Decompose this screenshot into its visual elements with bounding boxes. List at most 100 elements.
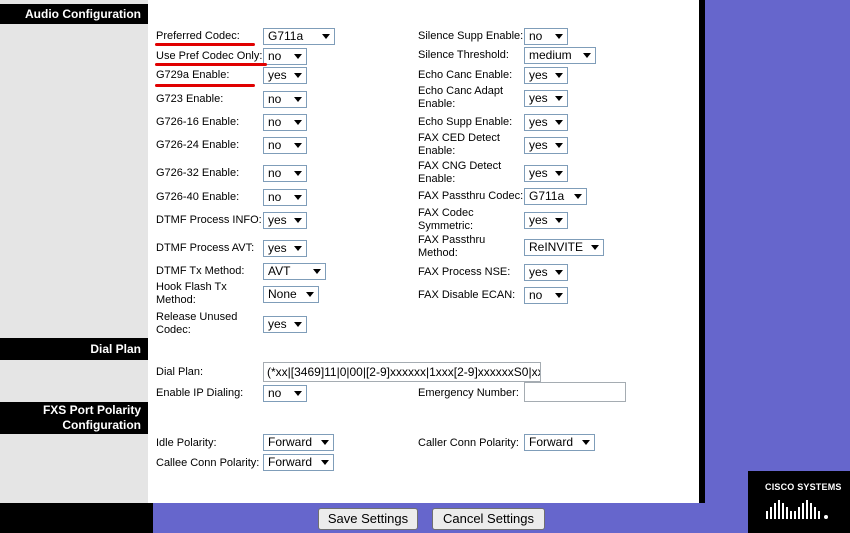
fax-disable-ecan-label: FAX Disable ECAN: (418, 289, 516, 301)
select-value: yes (268, 317, 287, 331)
bottom-bar-left (0, 503, 153, 533)
annotation-underline (155, 84, 255, 87)
dial-plan-label: Dial Plan: (156, 366, 204, 378)
select-value: G711a (529, 189, 565, 203)
label-line: Hook Flash Tx (156, 281, 227, 293)
chevron-down-icon (555, 73, 563, 78)
echo-supp-enable-label: Echo Supp Enable: (418, 116, 513, 128)
fax-codec-symmetric-select[interactable]: yes (524, 212, 568, 229)
chevron-down-icon (313, 269, 321, 274)
g726-16-enable-select[interactable]: no (263, 114, 307, 131)
dtmf-process-info-select[interactable]: yes (263, 212, 307, 229)
select-value: Forward (268, 435, 313, 449)
label-line: FAX Codec (418, 207, 474, 219)
release-unused-codec-select[interactable]: yes (263, 316, 307, 333)
g726-40-enable-label: G726-40 Enable: (156, 191, 240, 203)
save-settings-button[interactable]: Save Settings (318, 508, 418, 530)
cisco-logo: Cisco Systems (748, 471, 850, 533)
chevron-down-icon (294, 54, 302, 59)
echo-canc-enable-select[interactable]: yes (524, 67, 568, 84)
g726-32-enable-select[interactable]: no (263, 165, 307, 182)
label-line: Enable: (418, 145, 456, 157)
dtmf-process-avt-label: DTMF Process AVT: (156, 242, 255, 254)
ip-dialing-label: Enable IP Dialing: (156, 387, 244, 399)
select-value: yes (268, 68, 287, 82)
select-value: no (529, 288, 543, 302)
g726-24-enable-label: G726-24 Enable: (156, 139, 240, 151)
chevron-down-icon (591, 245, 599, 250)
fax-cng-detect-enable-select[interactable]: yes (524, 165, 568, 182)
callee-conn-polarity-select[interactable]: Forward (263, 454, 334, 471)
chevron-down-icon (306, 292, 314, 297)
fax-process-nse-label: FAX Process NSE: (418, 266, 511, 278)
idle-polarity-label: Idle Polarity: (156, 437, 217, 449)
emergency-number-label: Emergency Number: (418, 387, 519, 399)
echo-supp-enable-select[interactable]: yes (524, 114, 568, 131)
g723-enable-select[interactable]: no (263, 91, 307, 108)
g729a-enable-label: G729a Enable: (156, 69, 230, 81)
echo-canc-enable-label: Echo Canc Enable: (418, 69, 513, 81)
g726-24-enable-select[interactable]: no (263, 137, 307, 154)
chevron-down-icon (321, 460, 329, 465)
label-line: Enable: (418, 173, 456, 185)
label-line: Codec: (156, 324, 191, 336)
chevron-down-icon (322, 34, 330, 39)
use-pref-codec-only-select[interactable]: no (263, 48, 307, 65)
section-fxs-port-polarity: FXS Port Polarity Configuration (0, 402, 148, 434)
idle-polarity-select[interactable]: Forward (263, 434, 334, 451)
select-value: no (268, 166, 282, 180)
preferred-codec-label: Preferred Codec: (156, 30, 240, 42)
fax-ced-detect-enable-select[interactable]: yes (524, 137, 568, 154)
caller-conn-polarity-select[interactable]: Forward (524, 434, 595, 451)
label-line: Enable: (418, 98, 456, 110)
chevron-down-icon (294, 97, 302, 102)
g726-40-enable-select[interactable]: no (263, 189, 307, 206)
release-unused-codec-label: Release Unused Codec: (156, 311, 237, 337)
dtmf-process-avt-select[interactable]: yes (263, 240, 307, 257)
chevron-down-icon (583, 53, 591, 58)
chevron-down-icon (555, 293, 563, 298)
echo-canc-adapt-enable-select[interactable]: yes (524, 90, 568, 107)
g729a-enable-select[interactable]: yes (263, 67, 307, 84)
preferred-codec-select[interactable]: G711a (263, 28, 335, 45)
fax-cng-detect-enable-label: FAX CNG Detect Enable: (418, 160, 501, 186)
silence-supp-enable-select[interactable]: no (524, 28, 568, 45)
label-line: Release Unused (156, 311, 238, 323)
chevron-down-icon (294, 322, 302, 327)
select-value: yes (529, 265, 548, 279)
chevron-down-icon (555, 171, 563, 176)
select-value: yes (529, 138, 548, 152)
echo-canc-adapt-enable-label: Echo Canc Adapt Enable: (418, 85, 503, 111)
silence-threshold-label: Silence Threshold: (418, 49, 509, 61)
dial-plan-input[interactable]: (*xx|[3469]11|0|00|[2-9]xxxxxx|1xxx[2-9]… (263, 362, 541, 382)
fax-passthru-codec-label: FAX Passthru Codec: (418, 190, 524, 202)
fax-disable-ecan-select[interactable]: no (524, 287, 568, 304)
chevron-down-icon (294, 391, 302, 396)
select-value: yes (529, 213, 548, 227)
silence-threshold-select[interactable]: medium (524, 47, 596, 64)
chevron-down-icon (574, 194, 582, 199)
fax-passthru-codec-select[interactable]: G711a (524, 188, 587, 205)
select-value: Forward (268, 455, 313, 469)
dtmf-tx-method-select[interactable]: AVT (263, 263, 326, 280)
g726-16-enable-label: G726-16 Enable: (156, 116, 240, 128)
chevron-down-icon (555, 218, 563, 223)
hook-flash-tx-method-select[interactable]: None (263, 286, 319, 303)
section-fxs-port-polarity-line1: FXS Port Polarity (42, 403, 141, 417)
select-value: G711a (268, 29, 304, 43)
fax-passthru-method-select[interactable]: ReINVITE (524, 239, 604, 256)
chevron-down-icon (294, 246, 302, 251)
section-audio-configuration: Audio Configuration (0, 4, 148, 24)
chevron-down-icon (294, 171, 302, 176)
chevron-down-icon (294, 120, 302, 125)
label-line: FAX Passthru (418, 234, 486, 246)
hook-flash-tx-method-label: Hook Flash Tx Method: (156, 281, 227, 307)
ip-dialing-select[interactable]: no (263, 385, 307, 402)
chevron-down-icon (294, 218, 302, 223)
label-line: FAX CED Detect (418, 132, 500, 144)
label-line: Method: (418, 247, 458, 259)
emergency-number-input[interactable] (524, 382, 626, 402)
fax-process-nse-select[interactable]: yes (524, 264, 568, 281)
cancel-settings-button[interactable]: Cancel Settings (432, 508, 545, 530)
select-value: no (268, 190, 282, 204)
